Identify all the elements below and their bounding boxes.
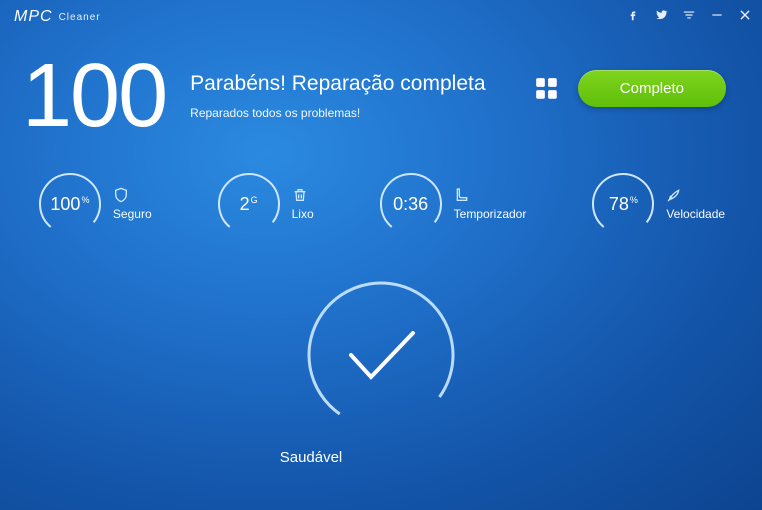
logo-text: MPC (14, 8, 53, 26)
complete-button[interactable]: Completo (578, 70, 726, 107)
stat-junk[interactable]: 2G Lixo (216, 171, 314, 237)
boot-icon (454, 187, 470, 203)
speed-label: Velocidade (666, 207, 725, 221)
junk-ring: 2G (216, 171, 282, 237)
twitter-icon[interactable] (654, 8, 668, 27)
shield-icon (113, 187, 129, 203)
speed-ring: 78% (590, 171, 656, 237)
stats-row: 100% Seguro 2G Lixo 0:36 Tempori (0, 171, 762, 237)
health-area: Saudável (0, 275, 762, 466)
menu-icon[interactable] (682, 8, 696, 27)
stat-timer[interactable]: 0:36 Temporizador (378, 171, 527, 237)
close-button[interactable] (738, 8, 752, 27)
timer-label: Temporizador (454, 207, 527, 221)
timer-ring: 0:36 (378, 171, 444, 237)
junk-value: 2G (240, 194, 258, 215)
window-controls (626, 8, 752, 27)
speed-value: 78% (609, 194, 638, 215)
junk-label: Lixo (292, 207, 314, 221)
trash-icon (292, 187, 308, 203)
timer-value: 0:36 (393, 194, 428, 215)
facebook-icon[interactable] (626, 8, 640, 27)
header: 100 Parabéns! Reparação completa Reparad… (0, 28, 762, 137)
grid-icon[interactable] (534, 76, 560, 102)
secure-label: Seguro (113, 207, 152, 221)
stat-secure[interactable]: 100% Seguro (37, 171, 152, 237)
header-actions: Completo (534, 70, 726, 107)
app-logo: MPC Cleaner (14, 8, 101, 26)
secure-ring: 100% (37, 171, 103, 237)
header-text: Parabéns! Reparação completa Reparados t… (190, 72, 534, 120)
score-value: 100 (22, 56, 166, 137)
stat-speed[interactable]: 78% Velocidade (590, 171, 725, 237)
logo-subtext: Cleaner (59, 12, 101, 23)
secure-value: 100% (50, 194, 89, 215)
header-subtitle: Reparados todos os problemas! (190, 106, 534, 120)
header-title: Parabéns! Reparação completa (190, 72, 534, 96)
titlebar: MPC Cleaner (0, 0, 762, 28)
rocket-icon (666, 187, 682, 203)
health-label: Saudável (280, 449, 343, 466)
health-ring (301, 275, 461, 435)
minimize-button[interactable] (710, 8, 724, 27)
